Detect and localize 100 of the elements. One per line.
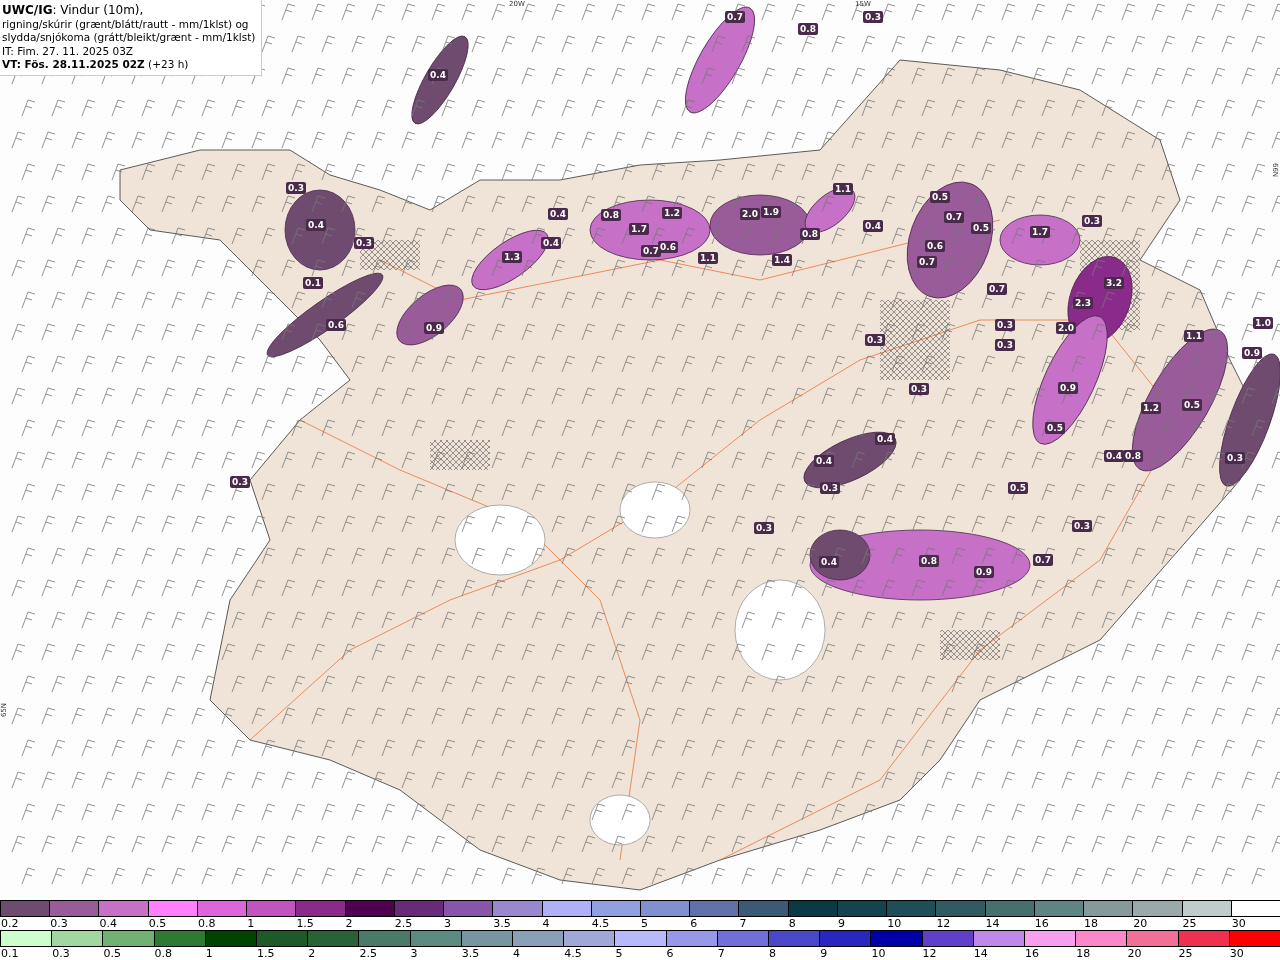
header-line: UWC/IG: Vindur (10m), (2, 4, 145, 18)
legend-label: 0.5 (102, 947, 122, 960)
precipitation-value: 0.9 (424, 322, 444, 334)
legend-label: 30 (1230, 917, 1247, 930)
header-line: VT: Fös. 28.11.2025 02Z (+23 h) (2, 58, 190, 72)
legend-label: 2.5 (358, 947, 378, 960)
precipitation-value: 0.5 (1045, 422, 1065, 434)
precipitation-value: 0.4 (541, 237, 561, 249)
legend-label: 3 (443, 917, 453, 930)
legend-label: 0.2 (0, 917, 20, 930)
precipitation-value: 0.3 (286, 182, 306, 194)
precipitation-value: 0.5 (1008, 482, 1028, 494)
legend-label: 14 (972, 947, 989, 960)
legend-label: 0.5 (147, 917, 168, 930)
precipitation-value: 1.2 (1141, 402, 1161, 414)
precipitation-value: 1.1 (833, 183, 853, 195)
legend-label: 4 (512, 947, 521, 960)
legend-label: 5 (640, 917, 649, 930)
precipitation-value: 0.3 (1082, 215, 1102, 227)
legend-label: 6 (689, 917, 699, 930)
precipitation-value: 1.7 (629, 223, 649, 235)
precipitation-value: 0.7 (987, 283, 1007, 295)
precipitation-value: 1.1 (698, 252, 718, 264)
legend-label: 12 (935, 917, 952, 930)
precipitation-value: 0.4 (819, 556, 839, 568)
legend-label: 18 (1075, 947, 1092, 960)
precipitation-value: 1.9 (761, 206, 781, 218)
precipitation-value: 0.4 (863, 220, 883, 232)
legend-label: 8 (768, 947, 777, 960)
legend-label: 3.5 (460, 947, 481, 960)
precipitation-value: 0.4 (1104, 450, 1124, 462)
precipitation-value: 0.5 (1182, 399, 1202, 411)
precipitation-value: 0.3 (230, 476, 250, 488)
precipitation-value: 0.6 (658, 241, 678, 253)
legend-label: 7 (738, 917, 748, 930)
legend-label: 16 (1033, 917, 1050, 930)
precipitation-value: 0.3 (995, 319, 1015, 331)
legend-label: 0.3 (51, 947, 71, 960)
legend-label: 5 (614, 947, 624, 960)
precipitation-value: 0.6 (925, 240, 945, 252)
precipitation-value: 0.8 (800, 228, 820, 240)
legend-label: 6 (665, 947, 675, 960)
precipitation-value: 3.2 (1104, 277, 1124, 289)
header-line: rigning/skúrir (grænt/blátt/rautt - mm/1klst) og (2, 17, 250, 31)
precipitation-value: 0.1 (303, 277, 323, 289)
legend-label: 10 (870, 947, 887, 960)
precipitation-value: 0.3 (909, 383, 929, 395)
legend-label: 12 (921, 947, 938, 960)
precipitation-value: 0.9 (1242, 347, 1262, 359)
legend-label: 9 (836, 917, 846, 930)
precipitation-value: 0.3 (1225, 452, 1245, 464)
legend-label: 1.5 (295, 917, 315, 930)
precipitation-value: 0.4 (875, 433, 895, 445)
precipitation-value: 0.7 (917, 256, 937, 268)
precipitation-value: 0.6 (326, 319, 346, 331)
precipitation-value: 0.7 (725, 11, 745, 23)
legend-label: 20 (1126, 947, 1143, 960)
legend-label: 18 (1083, 917, 1100, 930)
precipitation-value: 0.3 (1072, 520, 1092, 532)
precipitation-value: 1.1 (1184, 330, 1204, 342)
header-line: slydda/snjókoma (grátt/bleikt/grænt - mm/1klst) (2, 31, 256, 45)
legend-label: 16 (1024, 947, 1040, 960)
legend-label: 4 (541, 917, 551, 930)
legend-label: 0.1 (0, 947, 20, 960)
legend-label: 1 (246, 917, 256, 930)
legend-label: 9 (819, 947, 829, 960)
precipitation-value: 0.7 (641, 245, 661, 257)
precipitation-value: 0.5 (971, 222, 991, 234)
legend-label: 10 (886, 917, 903, 930)
legend-label: 0.8 (153, 947, 174, 960)
precipitation-value: 1.7 (1030, 226, 1050, 238)
legend-label: 30 (1228, 947, 1245, 960)
precipitation-value: 0.8 (601, 209, 621, 221)
legend-label: 1 (204, 947, 214, 960)
precipitation-value: 0.4 (814, 455, 834, 467)
precipitation-value: 0.3 (754, 522, 774, 534)
precipitation-value: 0.8 (919, 555, 939, 567)
precipitation-value: 0.8 (798, 23, 818, 35)
precipitation-value: 0.9 (1058, 382, 1078, 394)
precipitation-value: 1.0 (1253, 317, 1273, 329)
legend-label: 8 (787, 917, 797, 930)
precipitation-value: 2.0 (740, 208, 760, 220)
precipitation-value: 0.9 (974, 566, 994, 578)
legend-label: 25 (1177, 947, 1194, 960)
precipitation-value: 0.3 (865, 334, 885, 346)
precipitation-value: 2.3 (1073, 297, 1093, 309)
precipitation-value: 0.4 (548, 208, 568, 220)
legend-label: 1.5 (256, 947, 276, 960)
legend-label: 2 (307, 947, 317, 960)
precipitation-value: 1.3 (502, 251, 522, 263)
legend-label: 20 (1132, 917, 1149, 930)
precipitation-value: 0.3 (863, 11, 883, 23)
legend-label: 25 (1181, 917, 1198, 930)
precipitation-value: 0.3 (820, 482, 840, 494)
precipitation-value: 0.8 (1123, 450, 1143, 462)
legend-label: 2 (344, 917, 354, 930)
header-line: IT: Fim. 27. 11. 2025 03Z (2, 44, 134, 58)
legend-label: 7 (716, 947, 726, 960)
legend-label: 14 (984, 917, 1001, 930)
precipitation-value: 1.4 (772, 254, 792, 266)
